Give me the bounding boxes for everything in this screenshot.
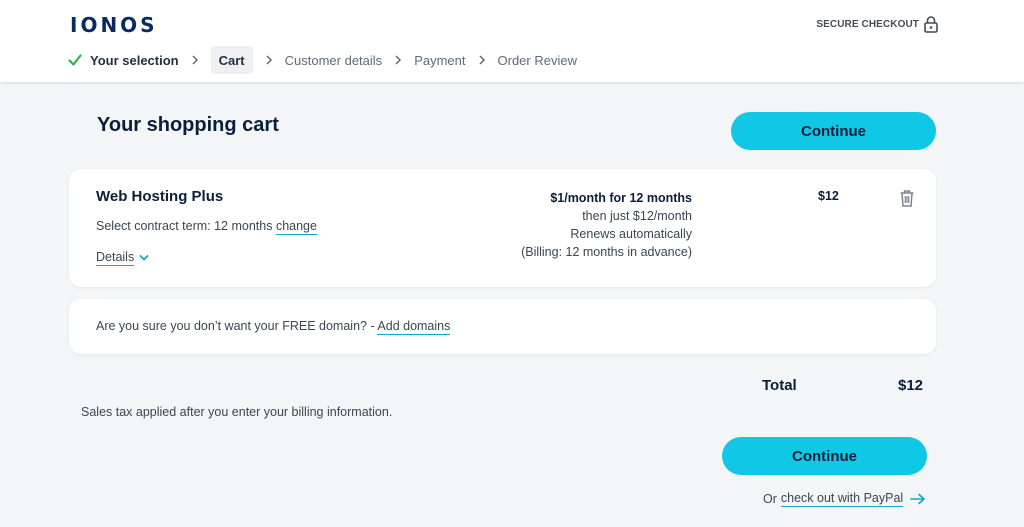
details-toggle[interactable]: Details <box>96 250 149 266</box>
chevron-right-icon <box>395 55 402 65</box>
step-payment: Payment <box>414 46 465 74</box>
details-link[interactable]: Details <box>96 250 135 266</box>
product-name: Web Hosting Plus <box>96 188 224 205</box>
sales-tax-note: Sales tax applied after you enter your b… <box>81 405 393 419</box>
pricing-renew: Renews automatically <box>570 227 692 241</box>
chevron-down-icon <box>139 255 149 261</box>
chevron-right-icon <box>478 55 485 65</box>
checkout-breadcrumb: Your selection Cart Customer details Pay… <box>68 46 577 74</box>
free-domain-prompt: Are you sure you don’t want your FREE do… <box>96 319 451 335</box>
item-price: $12 <box>818 189 839 203</box>
secure-checkout-label: SECURE CHECKOUT <box>816 18 919 30</box>
paypal-checkout-link[interactable]: check out with PayPal <box>780 491 904 507</box>
ionos-logo[interactable]: IONOS <box>70 13 158 37</box>
continue-button-bottom[interactable]: Continue <box>722 437 927 475</box>
total-value: $12 <box>898 377 924 394</box>
step-label: Payment <box>414 52 466 68</box>
pricing-then: then just $12/month <box>582 209 692 223</box>
step-label: Your selection <box>90 52 179 68</box>
step-your-selection[interactable]: Your selection <box>68 46 179 74</box>
pricing-info: $1/month for 12 months then just $12/mon… <box>521 189 692 261</box>
cart-item-card: Web Hosting Plus Select contract term: 1… <box>69 169 936 287</box>
step-customer-details: Customer details <box>285 46 383 74</box>
free-domain-card: Are you sure you don’t want your FREE do… <box>69 299 936 354</box>
step-label: Order Review <box>497 52 577 68</box>
checkout-header: IONOS SECURE CHECKOUT Your selection Car… <box>0 0 1024 82</box>
secure-checkout: SECURE CHECKOUT <box>816 15 938 33</box>
trash-icon[interactable] <box>899 189 915 207</box>
step-order-review: Order Review <box>498 46 577 74</box>
step-label: Cart <box>218 52 245 68</box>
step-label: Customer details <box>284 52 383 68</box>
total-label: Total <box>762 377 797 394</box>
free-domain-text: Are you sure you don’t want your FREE do… <box>96 319 375 333</box>
change-term-link[interactable]: change <box>275 219 317 235</box>
arrow-right-icon <box>910 493 925 505</box>
contract-term-text: Select contract term: 12 months <box>96 219 273 233</box>
continue-button-top[interactable]: Continue <box>731 112 936 150</box>
paypal-prefix: Or <box>763 492 777 506</box>
paypal-checkout[interactable]: Or check out with PayPal <box>763 491 926 507</box>
lock-icon <box>924 16 938 33</box>
page-title: Your shopping cart <box>97 114 279 136</box>
check-icon <box>68 54 82 66</box>
pricing-billing: (Billing: 12 months in advance) <box>521 245 692 259</box>
pricing-lead: $1/month for 12 months <box>550 191 692 205</box>
step-cart[interactable]: Cart <box>210 46 253 74</box>
chevron-right-icon <box>192 55 198 65</box>
chevron-right-icon <box>266 55 272 65</box>
add-domains-link[interactable]: Add domains <box>377 319 451 335</box>
contract-term: Select contract term: 12 months change <box>96 219 317 235</box>
